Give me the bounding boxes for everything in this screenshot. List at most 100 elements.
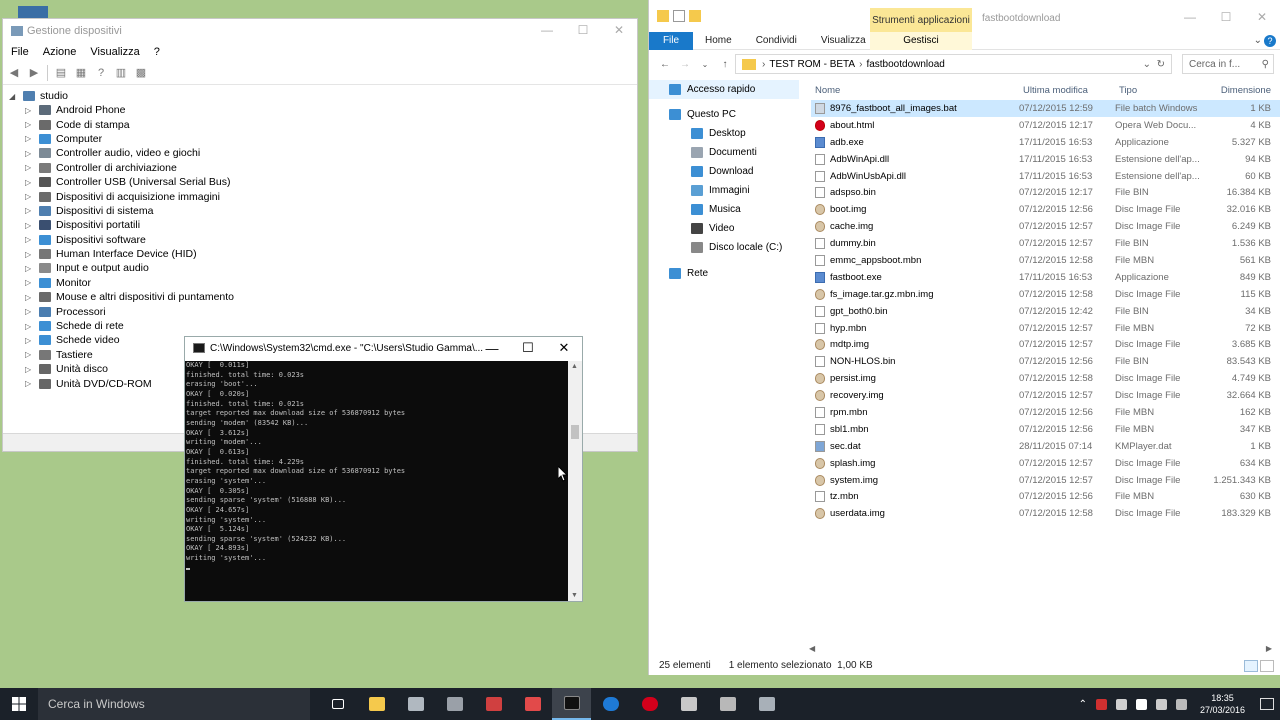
volume-icon[interactable]	[1155, 698, 1167, 710]
help-icon[interactable]: ?	[1264, 34, 1276, 47]
chevron-right-icon[interactable]: ▷	[25, 120, 35, 129]
device-category[interactable]: ▷ Monitor	[9, 276, 637, 290]
tab-home[interactable]: Home	[693, 35, 744, 46]
device-category[interactable]: ▷ Controller USB (Universal Serial Bus)	[9, 175, 637, 189]
details-view-icon[interactable]	[1244, 659, 1258, 672]
file-row[interactable]: gpt_both0.bin 07/12/2015 12:42 File BIN 34 …	[811, 303, 1280, 320]
minimize-button[interactable]: —	[529, 19, 565, 41]
tray-app-icon[interactable]	[1115, 698, 1127, 710]
chevron-right-icon[interactable]: ▷	[25, 163, 35, 172]
nav-item[interactable]: Desktop	[649, 124, 799, 143]
search-input[interactable]: Cerca in f... ⚲	[1182, 54, 1274, 74]
tab-visualizza[interactable]: Visualizza	[809, 35, 878, 46]
device-category[interactable]: ▷ Human Interface Device (HID)	[9, 247, 637, 261]
file-row[interactable]: mdtp.img 07/12/2015 12:57 Disc Image File 3…	[811, 336, 1280, 353]
nav-item[interactable]: Rete	[649, 264, 799, 283]
taskbar-app-opera[interactable]	[630, 688, 669, 720]
nav-item[interactable]: Questo PC	[649, 105, 799, 124]
device-category[interactable]: ▷ Android Phone	[9, 103, 637, 117]
chevron-right-icon[interactable]: ▷	[25, 250, 35, 259]
file-row[interactable]: adspso.bin 07/12/2015 12:17 File BIN 16.384…	[811, 184, 1280, 201]
new-folder-icon[interactable]	[689, 10, 701, 22]
file-row[interactable]: userdata.img 07/12/2015 12:58 Disc Image F…	[811, 505, 1280, 522]
file-row[interactable]: emmc_appsboot.mbn 07/12/2015 12:58 File MB…	[811, 252, 1280, 269]
taskbar-app-file-explorer[interactable]	[357, 688, 396, 720]
nav-item[interactable]: Accesso rapido	[649, 80, 799, 99]
device-tree-root[interactable]: ◢ studio	[9, 89, 637, 103]
chevron-right-icon[interactable]: ▷	[25, 293, 35, 302]
file-row[interactable]: system.img 07/12/2015 12:57 Disc Image Fil…	[811, 472, 1280, 489]
taskbar-app-app-10[interactable]	[747, 688, 786, 720]
menu-visualizza[interactable]: Visualizza	[90, 46, 139, 58]
taskbar-app-app-tools[interactable]	[474, 688, 513, 720]
column-header-size[interactable]: Dimensione	[1211, 85, 1271, 96]
device-category[interactable]: ▷ Schede di rete	[9, 319, 637, 333]
help-icon[interactable]: ?	[94, 67, 108, 79]
file-row[interactable]: NON-HLOS.bin 07/12/2015 12:56 File BIN 83.5…	[811, 353, 1280, 370]
file-row[interactable]: AdbWinUsbApi.dll 17/11/2015 16:53 Estensio…	[811, 168, 1280, 185]
file-row[interactable]: recovery.img 07/12/2015 12:57 Disc Image F…	[811, 387, 1280, 404]
back-arrow-icon[interactable]: ←	[655, 59, 675, 70]
file-row[interactable]: rpm.mbn 07/12/2015 12:56 File MBN 162 KB	[811, 404, 1280, 421]
properties-icon[interactable]: ▦	[74, 67, 88, 79]
tab-file[interactable]: File	[649, 31, 693, 50]
tray-app-icon[interactable]	[1095, 698, 1107, 710]
file-row[interactable]: sbl1.mbn 07/12/2015 12:56 File MBN 347 KB	[811, 421, 1280, 438]
explorer-titlebar[interactable]: Strumenti applicazioni fastbootdownload …	[649, 0, 1280, 32]
chevron-right-icon[interactable]: ▷	[25, 379, 35, 388]
file-row[interactable]: 8976_fastboot_all_images.bat 07/12/2015 1…	[811, 100, 1280, 117]
taskbar-search-input[interactable]: Cerca in Windows	[38, 688, 310, 720]
nav-item[interactable]: Download	[649, 162, 799, 181]
breadcrumb-test-rom[interactable]: TEST ROM - BETA	[769, 59, 855, 70]
chevron-right-icon[interactable]: ▷	[25, 149, 35, 158]
scrollbar-thumb[interactable]	[571, 425, 579, 439]
address-bar[interactable]: › TEST ROM - BETA › fastbootdownload ⌄ ↻	[735, 54, 1172, 74]
chevron-right-icon[interactable]: ▷	[25, 134, 35, 143]
menu-azione[interactable]: Azione	[43, 46, 77, 58]
breadcrumb-fastbootdownload[interactable]: fastbootdownload	[866, 59, 944, 70]
taskbar-app-app-9[interactable]	[708, 688, 747, 720]
file-row[interactable]: fs_image.tar.gz.mbn.img 07/12/2015 12:58 D…	[811, 286, 1280, 303]
device-category[interactable]: ▷ Dispositivi di acquisizione immagini	[9, 189, 637, 203]
chevron-right-icon[interactable]: ▷	[25, 278, 35, 287]
show-hide-tree-icon[interactable]: ▤	[54, 67, 68, 79]
maximize-button[interactable]: ☐	[1208, 6, 1244, 28]
file-row[interactable]: cache.img 07/12/2015 12:57 Disc Image File…	[811, 218, 1280, 235]
minimize-button[interactable]: —	[474, 337, 510, 359]
chevron-right-icon[interactable]: ▷	[25, 322, 35, 331]
device-category[interactable]: ▷ Input e output audio	[9, 261, 637, 275]
file-row[interactable]: persist.img 07/12/2015 12:58 Disc Image Fi…	[811, 370, 1280, 387]
large-icons-view-icon[interactable]	[1260, 659, 1274, 672]
chevron-down-icon[interactable]: ◢	[9, 92, 19, 101]
tab-condividi[interactable]: Condividi	[744, 35, 809, 46]
chevron-right-icon[interactable]: ▷	[25, 192, 35, 201]
refresh-icon[interactable]: ⌄ ↻	[1143, 59, 1165, 70]
console-output[interactable]: OKAY [ 0.011s] finished. total time: 0.02…	[185, 361, 569, 601]
menu-file[interactable]: File	[11, 46, 29, 58]
nav-item[interactable]: Documenti	[649, 143, 799, 162]
recent-locations-icon[interactable]: ⌄	[695, 60, 715, 69]
minimize-button[interactable]: —	[1172, 6, 1208, 28]
network-icon[interactable]	[1135, 698, 1147, 710]
column-header-name[interactable]: Nome	[811, 85, 1019, 96]
file-row[interactable]: dummy.bin 07/12/2015 12:57 File BIN 1.536 K…	[811, 235, 1280, 252]
device-category[interactable]: ▷ Controller di archiviazione	[9, 161, 637, 175]
column-header-type[interactable]: Tipo	[1115, 85, 1211, 96]
file-row[interactable]: hyp.mbn 07/12/2015 12:57 File MBN 72 KB	[811, 320, 1280, 337]
column-header-date[interactable]: Ultima modifica	[1019, 85, 1115, 96]
maximize-button[interactable]: ☐	[510, 337, 546, 359]
notification-icon[interactable]	[1260, 698, 1274, 710]
view-icon[interactable]: ▥	[114, 67, 128, 79]
file-row[interactable]: splash.img 07/12/2015 12:57 Disc Image Fil…	[811, 455, 1280, 472]
taskbar-app-edge[interactable]	[591, 688, 630, 720]
device-category[interactable]: ▷ Mouse e altri dispositivi di puntamento	[9, 290, 637, 304]
nav-item[interactable]: Musica	[649, 200, 799, 219]
forward-arrow-icon[interactable]: →	[675, 59, 695, 70]
folder-icon[interactable]	[657, 10, 669, 22]
close-button[interactable]: ✕	[601, 19, 637, 41]
device-category[interactable]: ▷ Dispositivi portatili	[9, 218, 637, 232]
scroll-left-icon[interactable]: ◀	[809, 644, 815, 653]
chevron-right-icon[interactable]: ▷	[25, 365, 35, 374]
keyboard-icon[interactable]	[1175, 698, 1187, 710]
scroll-down-icon[interactable]: ▼	[571, 592, 578, 599]
